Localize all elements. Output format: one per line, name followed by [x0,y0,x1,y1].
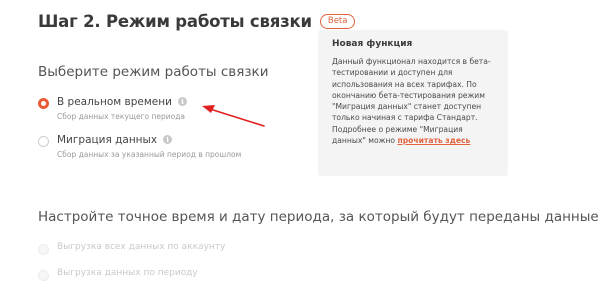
info-icon[interactable]: i [177,97,187,106]
notice-body: Данный функционал находится в бета-тести… [332,57,491,146]
radio-period[interactable] [38,270,49,281]
mode-option-description: Сбор данных текущего периода [57,112,185,121]
new-feature-notice: Новая функция Данный функционал находитс… [318,30,508,176]
info-icon[interactable]: i [163,135,173,144]
notice-title: Новая функция [332,39,413,49]
radio-all-data[interactable] [38,244,49,255]
notice-text: Данный функционал находится в бета-тести… [332,56,494,146]
read-more-link[interactable]: прочитать здесь [397,136,470,145]
radio-realtime[interactable] [38,98,49,109]
mode-heading: Выберите режим работы связки [38,64,269,80]
period-option-label: Выгрузка всех данных по аккаунту [57,242,226,252]
step-title-row: Шаг 2. Режим работы связки Beta [38,12,356,31]
period-option-label: Выгрузка данных по периоду [57,268,198,278]
mode-option-label-text: Миграция данных [57,134,158,146]
mode-option-label[interactable]: Миграция данных i [57,134,173,146]
beta-badge: Beta [319,14,356,29]
mode-option-label-text: В реальном времени [57,96,172,108]
radio-migration[interactable] [38,136,49,147]
arrow-icon [202,105,265,127]
period-heading: Настройте точное время и дату периода, з… [38,209,599,225]
page-title: Шаг 2. Режим работы связки [38,12,312,31]
mode-option-description: Сбор данных за указанный период в прошло… [57,150,242,159]
mode-option-label[interactable]: В реальном времени i [57,96,187,108]
